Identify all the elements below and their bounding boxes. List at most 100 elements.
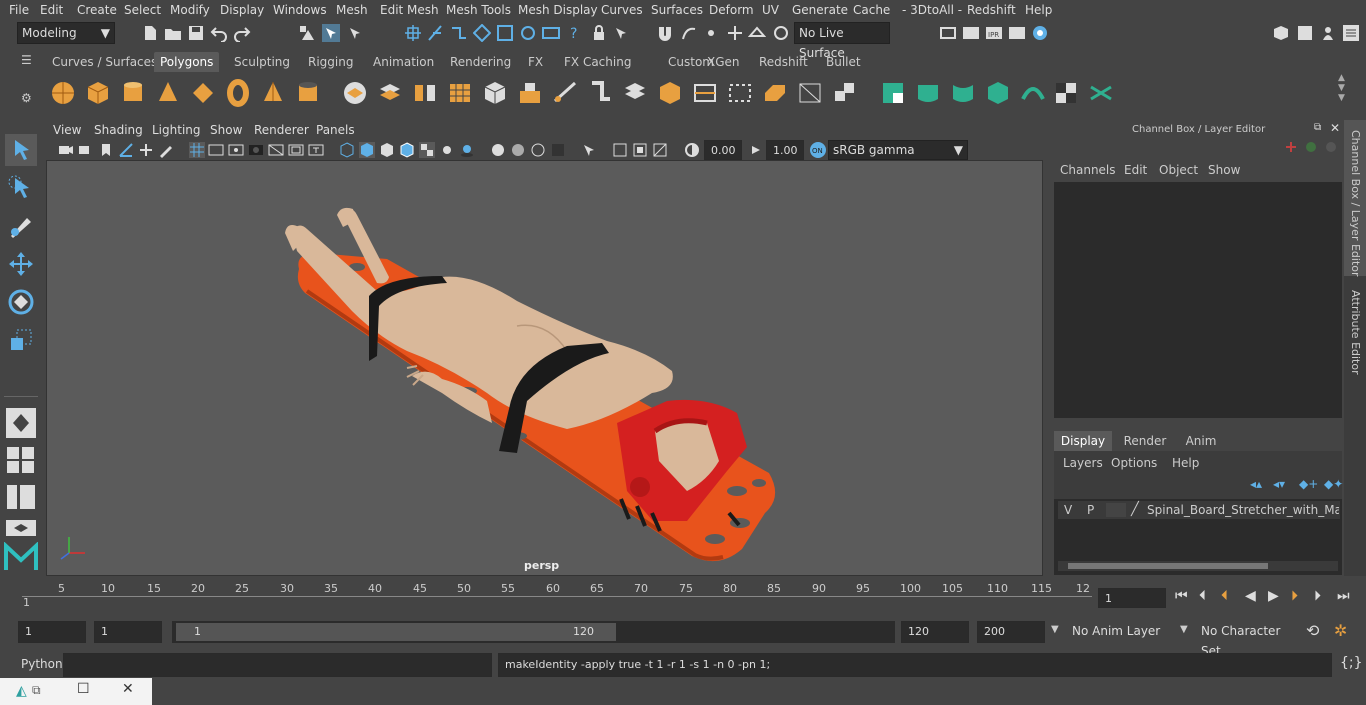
xray-icon[interactable]	[612, 142, 628, 158]
menu-windows[interactable]: Windows	[273, 3, 327, 17]
uv-automatic-icon[interactable]	[985, 79, 1011, 107]
depth-of-field-icon[interactable]	[550, 142, 566, 158]
menu-cache[interactable]: Cache	[853, 3, 890, 17]
shadows-icon[interactable]	[459, 142, 475, 158]
menu-help[interactable]: Help	[1025, 3, 1052, 17]
snap-view-plane-icon[interactable]	[473, 24, 491, 42]
viewport-menu-view[interactable]: View	[53, 123, 81, 137]
layer-scrollbar[interactable]	[1058, 561, 1338, 571]
scale-tool-icon[interactable]	[5, 324, 37, 356]
make-live-icon[interactable]	[496, 24, 514, 42]
snap-together-icon[interactable]	[519, 24, 537, 42]
modeling-toolkit-icon[interactable]	[1296, 24, 1314, 42]
start-time-field[interactable]: 1	[18, 621, 86, 643]
chevron-down-icon[interactable]: ▼	[1051, 624, 1059, 635]
step-forward-icon[interactable]: ⏵	[1314, 588, 1321, 604]
viewport-menu-panels[interactable]: Panels	[316, 123, 355, 137]
select-by-component-icon[interactable]	[346, 24, 364, 42]
extrude-icon[interactable]	[517, 79, 543, 107]
outliner-layout-icon[interactable]	[6, 484, 36, 510]
slide-edge-icon[interactable]	[727, 79, 753, 107]
multi-cut-icon[interactable]	[622, 79, 648, 107]
poly-pipe-icon[interactable]	[295, 79, 321, 107]
live-surface-field[interactable]: No Live Surface	[794, 22, 890, 60]
pick-mask-icon[interactable]	[612, 24, 630, 42]
layer-color-swatch[interactable]	[1106, 503, 1126, 517]
hypershade-icon[interactable]	[1031, 24, 1049, 42]
exposure-field[interactable]: 0.00	[704, 140, 742, 160]
help-line-icon[interactable]: ?	[565, 24, 583, 42]
uv-editor-icon[interactable]	[1088, 79, 1114, 107]
channels-show-menu[interactable]: Show	[1208, 163, 1240, 177]
preferences-icon[interactable]: ✲	[1334, 621, 1347, 640]
snap-point-icon[interactable]	[450, 24, 468, 42]
shelf-tab-rendering[interactable]: Rendering	[444, 52, 517, 72]
step-back-icon[interactable]: ⏴	[1199, 588, 1206, 604]
shelf-tab-fx[interactable]: FX	[522, 52, 549, 72]
end-time-field[interactable]: 200	[977, 621, 1045, 643]
color-management-icon[interactable]: ON	[809, 141, 827, 159]
uv-planar-icon[interactable]	[880, 79, 906, 107]
shelf-scroll-icon[interactable]: ▲ ▼ ▼	[1338, 73, 1345, 103]
grease-pencil-icon[interactable]	[158, 142, 174, 158]
viewport-menu-lighting[interactable]: Lighting	[152, 123, 201, 137]
script-editor-icon[interactable]: {;}	[1340, 655, 1363, 671]
uv-cylindrical-icon[interactable]	[915, 79, 941, 107]
layer-options-menu[interactable]: Options	[1111, 456, 1157, 470]
command-language-label[interactable]: Python	[21, 657, 63, 671]
menu-create[interactable]: Create	[77, 3, 117, 17]
layer-tab-display[interactable]: Display	[1054, 431, 1112, 451]
shelf-tab-polygons[interactable]: Polygons	[154, 52, 220, 72]
range-slider-handle[interactable]: 1 120	[176, 623, 616, 641]
green-dot-icon[interactable]	[1304, 140, 1318, 154]
float-panel-icon[interactable]: ⧉	[1314, 122, 1321, 133]
image-plane-icon[interactable]	[118, 142, 134, 158]
shelf-settings-icon[interactable]: ⚙	[21, 91, 32, 105]
playback-end-field[interactable]: 120	[901, 621, 969, 643]
new-layer-icon[interactable]: ◆+	[1299, 477, 1318, 491]
camera-attributes-icon[interactable]	[78, 142, 94, 158]
snap-point-magnet-icon[interactable]	[702, 24, 720, 42]
four-view-icon[interactable]	[6, 446, 36, 474]
bevel-icon[interactable]	[587, 79, 613, 107]
smooth-shade-icon[interactable]	[359, 142, 375, 158]
combine-icon[interactable]	[342, 79, 368, 107]
menu-mesh[interactable]: Mesh	[336, 3, 368, 17]
resolution-gate-icon[interactable]	[228, 142, 244, 158]
mirror-icon[interactable]	[412, 79, 438, 107]
layer-tab-render[interactable]: Render	[1116, 431, 1174, 451]
layer-scrollbar-thumb[interactable]	[1068, 563, 1268, 569]
motion-blur-icon[interactable]	[510, 142, 526, 158]
menu-display[interactable]: Display	[220, 3, 264, 17]
boolean-icon[interactable]	[832, 79, 858, 107]
toggle-channel-box-icon[interactable]	[1342, 24, 1360, 42]
current-frame-field[interactable]: 1	[1098, 588, 1166, 608]
poly-cube-icon[interactable]	[85, 79, 111, 107]
move-tool-icon[interactable]	[5, 248, 37, 280]
render-settings-icon[interactable]	[542, 24, 560, 42]
menu-surfaces[interactable]: Surfaces	[651, 3, 703, 17]
step-back-key-icon[interactable]: ⏴	[1221, 588, 1228, 604]
colorspace-selector[interactable]: sRGB gamma ▼	[828, 140, 968, 160]
uv-checker-icon[interactable]	[1053, 79, 1079, 107]
magnet-icon[interactable]	[656, 24, 674, 42]
go-to-start-icon[interactable]: ⏮	[1175, 588, 1188, 604]
gamma-field[interactable]: 1.00	[766, 140, 804, 160]
2d-pan-zoom-icon[interactable]	[138, 142, 154, 158]
grid-toggle-icon[interactable]	[189, 142, 205, 158]
new-layer-selected-icon[interactable]: ◆✦	[1324, 477, 1343, 491]
step-forward-key-icon[interactable]: ⏵	[1291, 588, 1298, 604]
menu-uv[interactable]: UV	[762, 3, 779, 17]
xray-joints-icon[interactable]	[652, 142, 668, 158]
poly-pyramid-icon[interactable]	[260, 79, 286, 107]
move-layer-down-icon[interactable]: ◂▾	[1273, 477, 1285, 491]
redo-icon[interactable]	[233, 24, 251, 42]
lasso-tool-icon[interactable]	[5, 172, 37, 204]
time-slider[interactable]: 1 5 10 15 20 25 30 35 40 45 50 55 60 65 …	[18, 580, 1092, 610]
play-backwards-icon[interactable]: ◀	[1245, 588, 1256, 604]
character-controls-icon[interactable]	[1319, 24, 1337, 42]
channels-menu[interactable]: Channels	[1060, 163, 1116, 177]
wireframe-icon[interactable]	[339, 142, 355, 158]
offset-edge-loop-icon[interactable]	[692, 79, 718, 107]
close-icon[interactable]: ✕	[122, 681, 134, 697]
